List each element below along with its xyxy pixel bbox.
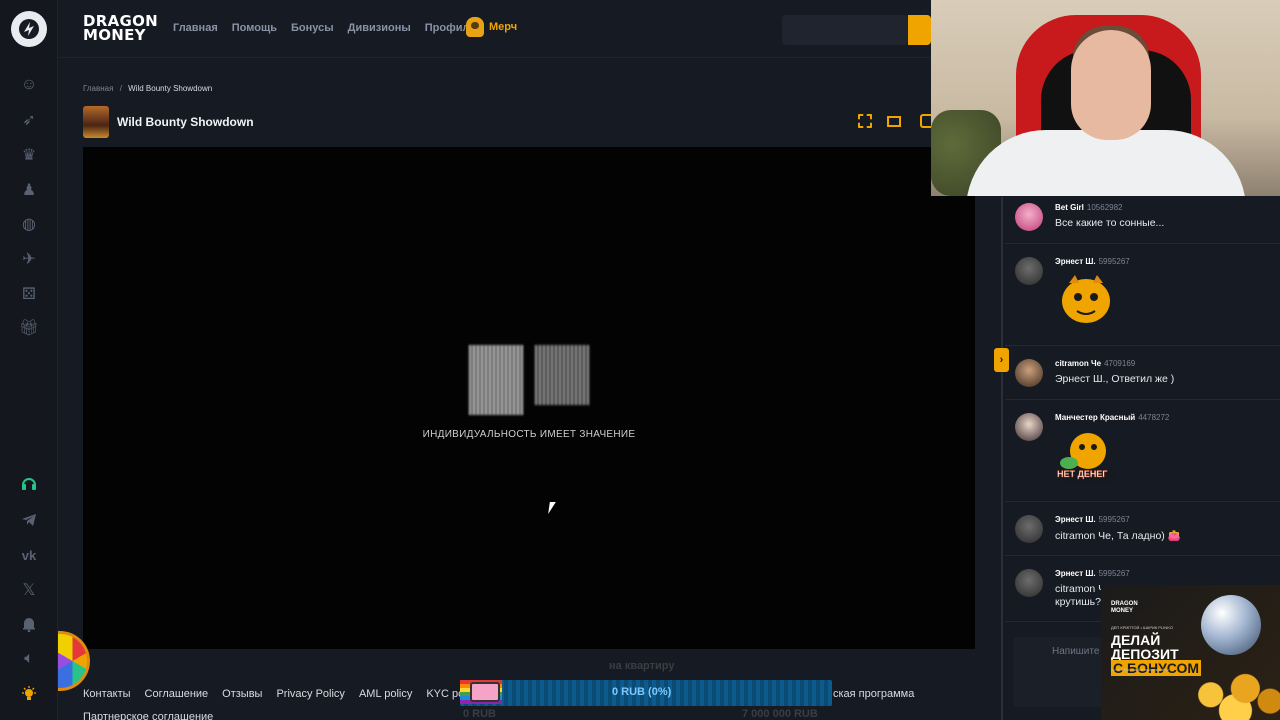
search-button[interactable] <box>908 15 931 45</box>
brand-logo[interactable]: DRAGON MONEY <box>83 14 158 44</box>
chat-sticker-dragon <box>1055 271 1117 327</box>
avatar[interactable] <box>1015 203 1043 231</box>
top-header: DRAGON MONEY Главная Помощь Бонусы Дивиз… <box>58 0 931 58</box>
breadcrumb-separator: / <box>119 84 122 93</box>
avatar[interactable] <box>1015 413 1043 441</box>
chat-username[interactable]: Bet Girl <box>1055 203 1084 212</box>
game-splash-text: ИНДИВИДУАЛЬНОСТЬ ИМЕЕТ ЗНАЧЕНИЕ <box>422 429 636 440</box>
vk-icon[interactable]: vk <box>19 545 39 565</box>
app-root: ☺ ➶ ♛ ♟ ◍ ✈ ⚄ 🎁︎ vk 𝕏 🔈︎ DRAGON MONEY Гл… <box>0 0 1280 720</box>
bell-icon[interactable] <box>19 614 39 634</box>
game-frame[interactable]: ИНДИВИДУАЛЬНОСТЬ ИМЕЕТ ЗНАЧЕНИЕ <box>83 147 975 649</box>
lamp-icon[interactable] <box>19 684 39 704</box>
chat-message-text: citramon Ч <box>1055 583 1106 595</box>
chat-username[interactable]: Эрнест Ш. <box>1055 515 1096 524</box>
main-nav: Главная Помощь Бонусы Дивизионы Профиль <box>173 22 476 34</box>
brand-line-2: MONEY <box>83 26 146 44</box>
nav-item-bonuses[interactable]: Бонусы <box>291 22 334 34</box>
merch-label: Мерч <box>489 21 518 33</box>
footer-link-privacy[interactable]: Privacy Policy <box>276 688 344 700</box>
chat-sticker-no-money: НЕТ ДЕНЕГ <box>1055 427 1117 483</box>
breadcrumb-home[interactable]: Главная <box>83 84 113 93</box>
chat-message-text: citramon Че, Та ладно) 👛 <box>1055 530 1181 542</box>
chat-message-text: Эрнест Ш., Ответил же ) <box>1055 373 1175 385</box>
footer-link-reviews[interactable]: Отзывы <box>222 688 262 700</box>
chat-message-text: Все какие то сонные... <box>1055 217 1165 229</box>
game-thumbnail <box>83 106 109 138</box>
footer-link-contacts[interactable]: Контакты <box>83 688 131 700</box>
promo-ad-banner[interactable]: DRAGON MONEY ДЕП КРИПТОЙ • ШАРИК PLINKO … <box>1101 585 1280 720</box>
dice-icon[interactable]: ⚄ <box>19 284 39 304</box>
chat-user-id: 5995267 <box>1098 257 1130 266</box>
volume-icon[interactable]: 🔈︎ <box>19 649 39 669</box>
theater-mode-icon[interactable] <box>887 116 901 127</box>
footer-link-partner-agreement[interactable]: Партнерское соглашение <box>83 711 213 720</box>
nav-item-merch[interactable]: Мерч <box>466 17 517 37</box>
telegram-icon[interactable] <box>19 510 39 530</box>
popout-icon[interactable] <box>920 114 931 128</box>
nyan-cat-icon <box>470 682 500 702</box>
ad-brand: DRAGON MONEY <box>1111 601 1138 614</box>
breadcrumb-current: Wild Bounty Showdown <box>128 84 213 93</box>
fullscreen-icon[interactable] <box>858 114 872 128</box>
jackpot-label: на квартиру <box>609 660 675 672</box>
nav-item-help[interactable]: Помощь <box>232 22 277 34</box>
footer-links: Контакты Соглашение Отзывы Privacy Polic… <box>83 688 480 700</box>
chat-username[interactable]: citramon Че <box>1055 359 1101 368</box>
x-icon[interactable]: 𝕏 <box>19 580 39 600</box>
sticker-caption: НЕТ ДЕНЕГ <box>1057 469 1108 479</box>
smile-icon[interactable]: ☺ <box>19 75 39 95</box>
avatar[interactable] <box>1015 257 1043 285</box>
user-icon[interactable]: ♟ <box>19 180 39 200</box>
avatar[interactable] <box>1015 569 1043 597</box>
webcam-overlay <box>931 0 1280 196</box>
chat-user-id: 5995267 <box>1098 515 1130 524</box>
hoodie-icon <box>466 17 484 37</box>
chat-user-id: 4478272 <box>1138 413 1170 422</box>
chat-username[interactable]: Эрнест Ш. <box>1055 569 1096 578</box>
chat-user-id: 4709169 <box>1104 359 1136 368</box>
footer-link-partner-program[interactable]: ская программа <box>833 688 914 700</box>
footer-link-aml[interactable]: AML policy <box>359 688 412 700</box>
rocket-icon[interactable]: ➶ <box>19 110 39 130</box>
ad-tagline: ДЕП КРИПТОЙ • ШАРИК PLINKO <box>1111 625 1173 630</box>
avatar[interactable] <box>1015 359 1043 387</box>
avatar[interactable] <box>1015 515 1043 543</box>
nav-item-home[interactable]: Главная <box>173 22 218 34</box>
chat-user-id: 5995267 <box>1098 569 1130 578</box>
nav-item-divisions[interactable]: Дивизионы <box>348 22 411 34</box>
chat-collapse-chevron-icon[interactable]: › <box>994 348 1009 372</box>
search-input[interactable] <box>782 15 908 45</box>
game-splash-logo <box>469 345 589 417</box>
chat-user-id: 10562982 <box>1086 203 1123 212</box>
breadcrumb: Главная / Wild Bounty Showdown <box>83 84 212 93</box>
jackpot-value: 0 RUB (0%) <box>612 686 672 698</box>
chat-message-text-line2: крутишь? <box>1055 596 1101 608</box>
mouse-cursor-icon <box>548 502 556 514</box>
ad-headline-line-1: ДЕЛАЙ ДЕПОЗИТ <box>1111 632 1179 662</box>
chat-username[interactable]: Эрнест Ш. <box>1055 257 1096 266</box>
footer-link-agreement[interactable]: Соглашение <box>145 688 209 700</box>
left-sidebar: ☺ ➶ ♛ ♟ ◍ ✈ ⚄ 🎁︎ vk 𝕏 🔈︎ <box>0 0 58 720</box>
dragon-logo-icon[interactable] <box>11 11 47 47</box>
plane-icon[interactable]: ✈ <box>19 249 39 269</box>
game-title: Wild Bounty Showdown <box>117 115 254 129</box>
wheel-icon[interactable]: ◍ <box>19 214 39 234</box>
jackpot-max: 7 000 000 RUB <box>742 708 818 720</box>
ad-subtext: до 5% бес. на баланс и кешбэк <box>1111 667 1169 672</box>
chat-username[interactable]: Манчестер Красный <box>1055 413 1135 422</box>
trophy-icon[interactable]: ♛ <box>19 145 39 165</box>
headset-icon[interactable] <box>19 474 39 494</box>
gift-icon[interactable]: 🎁︎ <box>19 318 39 338</box>
game-header: Wild Bounty Showdown <box>83 106 254 138</box>
jackpot-min: 0 RUB <box>463 708 497 720</box>
